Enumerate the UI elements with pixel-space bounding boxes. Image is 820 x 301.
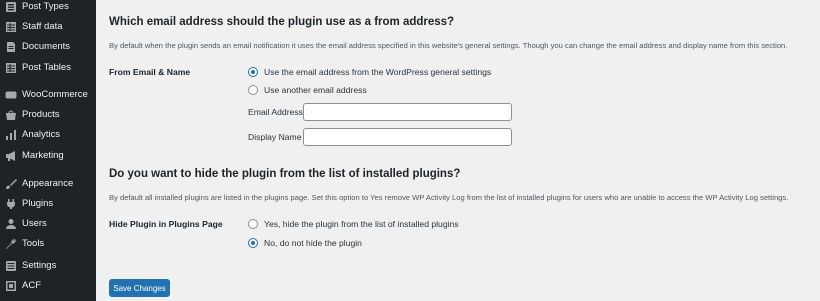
sidebar-item-label: ACF: [22, 280, 41, 291]
plug-icon: [5, 198, 17, 210]
megaphone-icon: [5, 150, 17, 162]
sidebar-item-acf[interactable]: ACF: [0, 276, 96, 296]
document-icon: [5, 41, 17, 53]
sidebar-item-settings[interactable]: Settings: [0, 256, 96, 276]
user-icon: [5, 218, 17, 230]
sidebar-item-documents[interactable]: Documents: [0, 37, 96, 57]
sidebar-item-label: Products: [22, 109, 60, 120]
sidebar-item-products[interactable]: Products: [0, 105, 96, 125]
table-icon: [5, 21, 17, 33]
sidebar-item-label: Plugins: [22, 198, 54, 209]
acf-icon: [5, 280, 17, 292]
radio-button[interactable]: [248, 219, 258, 229]
sidebar-item-label: Settings: [22, 260, 57, 271]
sidebar-item-users[interactable]: Users: [0, 214, 96, 234]
radio-label: Use another email address: [264, 85, 367, 95]
sidebar-item-post-tables[interactable]: Post Tables: [0, 58, 96, 78]
email-section-heading: Which email address should the plugin us…: [109, 16, 455, 28]
admin-sidebar: Post Types Staff data Documents Post Tab…: [0, 0, 96, 301]
from-email-name-label: From Email & Name: [109, 67, 191, 77]
radio-button-checked[interactable]: [248, 238, 258, 248]
display-name-input[interactable]: [303, 128, 512, 146]
products-icon: [5, 109, 17, 121]
email-address-input[interactable]: [303, 103, 512, 121]
sidebar-item-analytics[interactable]: Analytics: [0, 125, 96, 145]
hide-plugin-label: Hide Plugin in Plugins Page: [109, 219, 223, 229]
plugin-section-description: By default all installed plugins are lis…: [109, 193, 789, 202]
radio-use-another-email[interactable]: Use another email address: [248, 84, 367, 96]
radio-label: No, do not hide the plugin: [264, 238, 362, 248]
sidebar-item-post-types[interactable]: Post Types: [0, 0, 96, 17]
bar-chart-icon: [5, 129, 17, 141]
radio-label: Yes, hide the plugin from the list of in…: [264, 219, 459, 229]
sidebar-item-label: Users: [22, 218, 47, 229]
sidebar-item-marketing[interactable]: Marketing: [0, 146, 96, 166]
woocommerce-icon: [5, 89, 17, 101]
table-icon: [5, 62, 17, 74]
sidebar-item-label: Post Tables: [22, 62, 71, 73]
radio-use-general-settings-email[interactable]: Use the email address from the WordPress…: [248, 66, 491, 78]
sidebar-item-appearance[interactable]: Appearance: [0, 174, 96, 194]
sidebar-item-label: Post Types: [22, 1, 69, 12]
sidebar-item-woocommerce[interactable]: WooCommerce: [0, 85, 96, 105]
radio-label: Use the email address from the WordPress…: [264, 67, 492, 77]
sidebar-item-label: Documents: [22, 41, 71, 52]
save-changes-button[interactable]: Save Changes: [109, 279, 170, 297]
radio-hide-plugin-no[interactable]: No, do not hide the plugin: [248, 237, 362, 249]
sidebar-item-tools[interactable]: Tools: [0, 234, 96, 254]
sidebar-item-label: WooCommerce: [22, 89, 88, 100]
wrench-icon: [5, 238, 17, 250]
radio-button-checked[interactable]: [248, 67, 258, 77]
sidebar-item-label: Appearance: [22, 178, 74, 189]
email-address-label: Email Address: [248, 107, 303, 117]
sidebar-item-staff-data[interactable]: Staff data: [0, 17, 96, 37]
radio-button[interactable]: [248, 85, 258, 95]
sidebar-item-label: Tools: [22, 238, 45, 249]
radio-hide-plugin-yes[interactable]: Yes, hide the plugin from the list of in…: [248, 218, 459, 230]
sidebar-item-label: Marketing: [22, 150, 64, 161]
sidebar-item-label: Analytics: [22, 129, 61, 140]
email-section-description: By default when the plugin sends an emai…: [109, 41, 788, 50]
display-name-label: Display Name: [248, 132, 302, 142]
settings-icon: [5, 260, 17, 272]
settings-content: Which email address should the plugin us…: [96, 0, 820, 301]
paintbrush-icon: [5, 178, 17, 190]
sidebar-item-plugins[interactable]: Plugins: [0, 194, 96, 214]
plugin-section-heading: Do you want to hide the plugin from the …: [109, 168, 461, 180]
sidebar-item-label: Staff data: [22, 21, 63, 32]
post-types-icon: [5, 1, 17, 13]
